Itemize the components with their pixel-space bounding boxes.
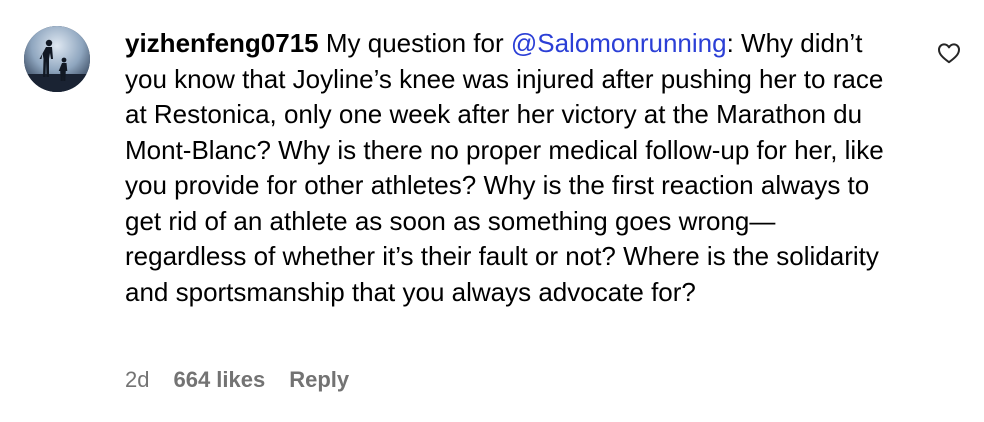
heart-outline-icon — [938, 43, 960, 64]
comment-text: : Why didn’t you know that Joyline’s kne… — [125, 28, 884, 307]
comment-body: yizhenfeng0715 My question for @Salomonr… — [125, 26, 885, 310]
avatar-image — [24, 26, 90, 92]
likes-count[interactable]: 664 likes — [173, 367, 265, 393]
comment-item: yizhenfeng0715 My question for @Salomonr… — [0, 0, 984, 422]
mention-link[interactable]: @Salomonrunning — [511, 28, 727, 58]
avatar[interactable] — [24, 26, 90, 92]
username-link[interactable]: yizhenfeng0715 — [125, 28, 319, 58]
like-button[interactable] — [934, 38, 964, 68]
comment-text-lead: My question for — [318, 28, 511, 58]
comment-meta: 2d 664 likes Reply — [125, 364, 349, 396]
timestamp[interactable]: 2d — [125, 367, 149, 393]
reply-button[interactable]: Reply — [289, 367, 349, 393]
